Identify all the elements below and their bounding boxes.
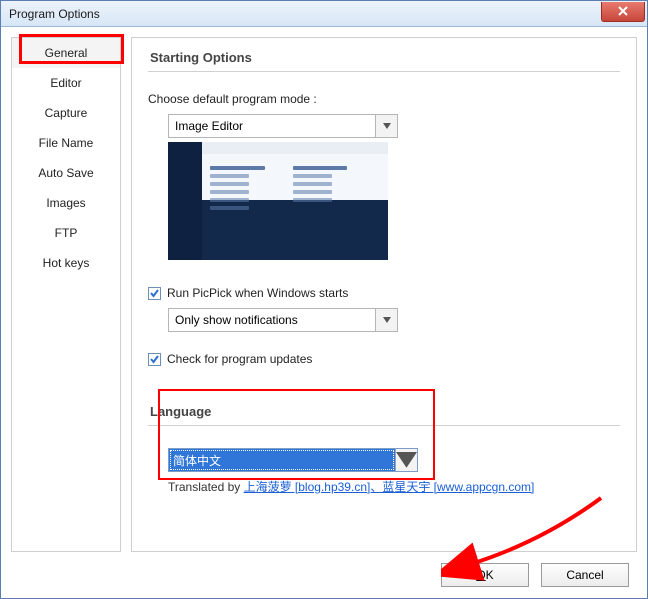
mode-preview — [168, 142, 388, 260]
nav-item-label: Auto Save — [38, 166, 93, 180]
chevron-down-icon — [383, 123, 391, 129]
dropdown-button[interactable] — [375, 309, 397, 331]
run-on-start-label: Run PicPick when Windows starts — [167, 286, 348, 300]
program-mode-select[interactable]: Image Editor — [168, 114, 398, 138]
choose-mode-label: Choose default program mode : — [148, 92, 620, 106]
nav-item-label: Hot keys — [43, 256, 90, 270]
chevron-down-icon — [383, 317, 391, 323]
dropdown-button[interactable] — [395, 449, 417, 471]
close-button[interactable] — [601, 2, 645, 22]
language-title: Language — [148, 400, 620, 426]
content-panel: Starting Options Choose default program … — [131, 37, 637, 552]
nav-item-editor[interactable]: Editor — [12, 68, 120, 98]
options-window: Program Options General Editor Capture F… — [0, 0, 648, 599]
ok-button[interactable]: OK — [441, 563, 529, 587]
check-updates-label: Check for program updates — [167, 352, 312, 366]
translator-links[interactable]: 上海菠萝 [blog.hp39.cn]、蓝星天宇 [www.appcgn.com… — [244, 480, 535, 494]
check-icon — [149, 288, 160, 299]
nav-item-label: Images — [46, 196, 85, 210]
translated-prefix: Translated by — [168, 480, 244, 494]
close-icon — [618, 6, 628, 16]
check-icon — [149, 354, 160, 365]
nav-item-general[interactable]: General — [12, 38, 120, 68]
window-body: General Editor Capture File Name Auto Sa… — [1, 27, 647, 552]
run-on-start-checkbox[interactable] — [148, 287, 161, 300]
nav-item-label: File Name — [39, 136, 94, 150]
chevron-down-icon — [396, 452, 417, 468]
nav-item-autosave[interactable]: Auto Save — [12, 158, 120, 188]
translated-by: Translated by 上海菠萝 [blog.hp39.cn]、蓝星天宇 [… — [168, 478, 620, 495]
starting-options-title: Starting Options — [148, 46, 620, 72]
startup-behavior-select[interactable]: Only show notifications — [168, 308, 398, 332]
nav-item-label: General — [45, 46, 88, 60]
ok-label-u: O — [476, 568, 485, 582]
language-select[interactable]: 简体中文 — [168, 448, 418, 472]
nav-item-ftp[interactable]: FTP — [12, 218, 120, 248]
window-title: Program Options — [9, 7, 100, 21]
nav-item-filename[interactable]: File Name — [12, 128, 120, 158]
nav-item-label: FTP — [55, 226, 78, 240]
check-updates-checkbox[interactable] — [148, 353, 161, 366]
nav-sidebar: General Editor Capture File Name Auto Sa… — [11, 37, 121, 552]
cancel-button[interactable]: Cancel — [541, 563, 629, 587]
nav-item-label: Capture — [45, 106, 88, 120]
nav-item-label: Editor — [50, 76, 81, 90]
startup-behavior-value: Only show notifications — [169, 309, 375, 331]
cancel-label: Cancel — [566, 568, 603, 582]
footer: OK Cancel — [1, 552, 647, 598]
language-value: 简体中文 — [169, 449, 395, 471]
titlebar: Program Options — [1, 1, 647, 27]
nav-item-capture[interactable]: Capture — [12, 98, 120, 128]
nav-item-hotkeys[interactable]: Hot keys — [12, 248, 120, 278]
program-mode-value: Image Editor — [169, 115, 375, 137]
ok-label-rest: K — [486, 568, 494, 582]
dropdown-button[interactable] — [375, 115, 397, 137]
nav-item-images[interactable]: Images — [12, 188, 120, 218]
